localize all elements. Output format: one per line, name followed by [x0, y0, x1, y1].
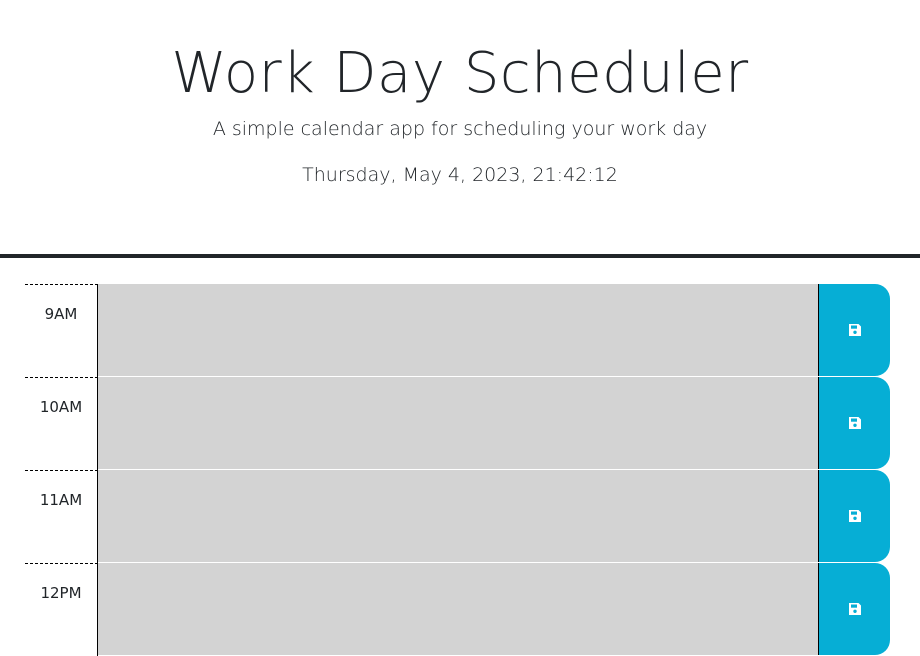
timeblock-row: 12PM [25, 563, 891, 656]
save-button[interactable] [818, 563, 890, 655]
description-input[interactable] [98, 284, 818, 377]
page-title: Work Day Scheduler [171, 41, 749, 106]
header-divider [0, 254, 920, 258]
floppy-disk-icon [848, 510, 861, 522]
hour-label: 12PM [25, 563, 98, 656]
page-subtitle: A simple calendar app for scheduling you… [212, 118, 708, 140]
description-input[interactable] [98, 470, 818, 563]
save-button[interactable] [818, 284, 890, 376]
hour-label: 9AM [25, 284, 98, 377]
timeblock-row: 9AM [25, 284, 891, 377]
floppy-disk-icon [848, 417, 861, 429]
current-datetime: Thursday, May 4, 2023, 21:42:12 [302, 164, 618, 186]
hour-label: 10AM [25, 377, 98, 470]
page-header: Work Day Scheduler A simple calendar app… [0, 0, 920, 254]
timeblock-row: 10AM [25, 377, 891, 470]
floppy-disk-icon [848, 603, 861, 615]
floppy-disk-icon [848, 324, 861, 336]
save-button[interactable] [818, 377, 890, 469]
timeblock-row: 11AM [25, 470, 891, 563]
description-input[interactable] [98, 377, 818, 470]
save-button[interactable] [818, 470, 890, 562]
hour-label: 11AM [25, 470, 98, 563]
description-input[interactable] [98, 563, 818, 656]
